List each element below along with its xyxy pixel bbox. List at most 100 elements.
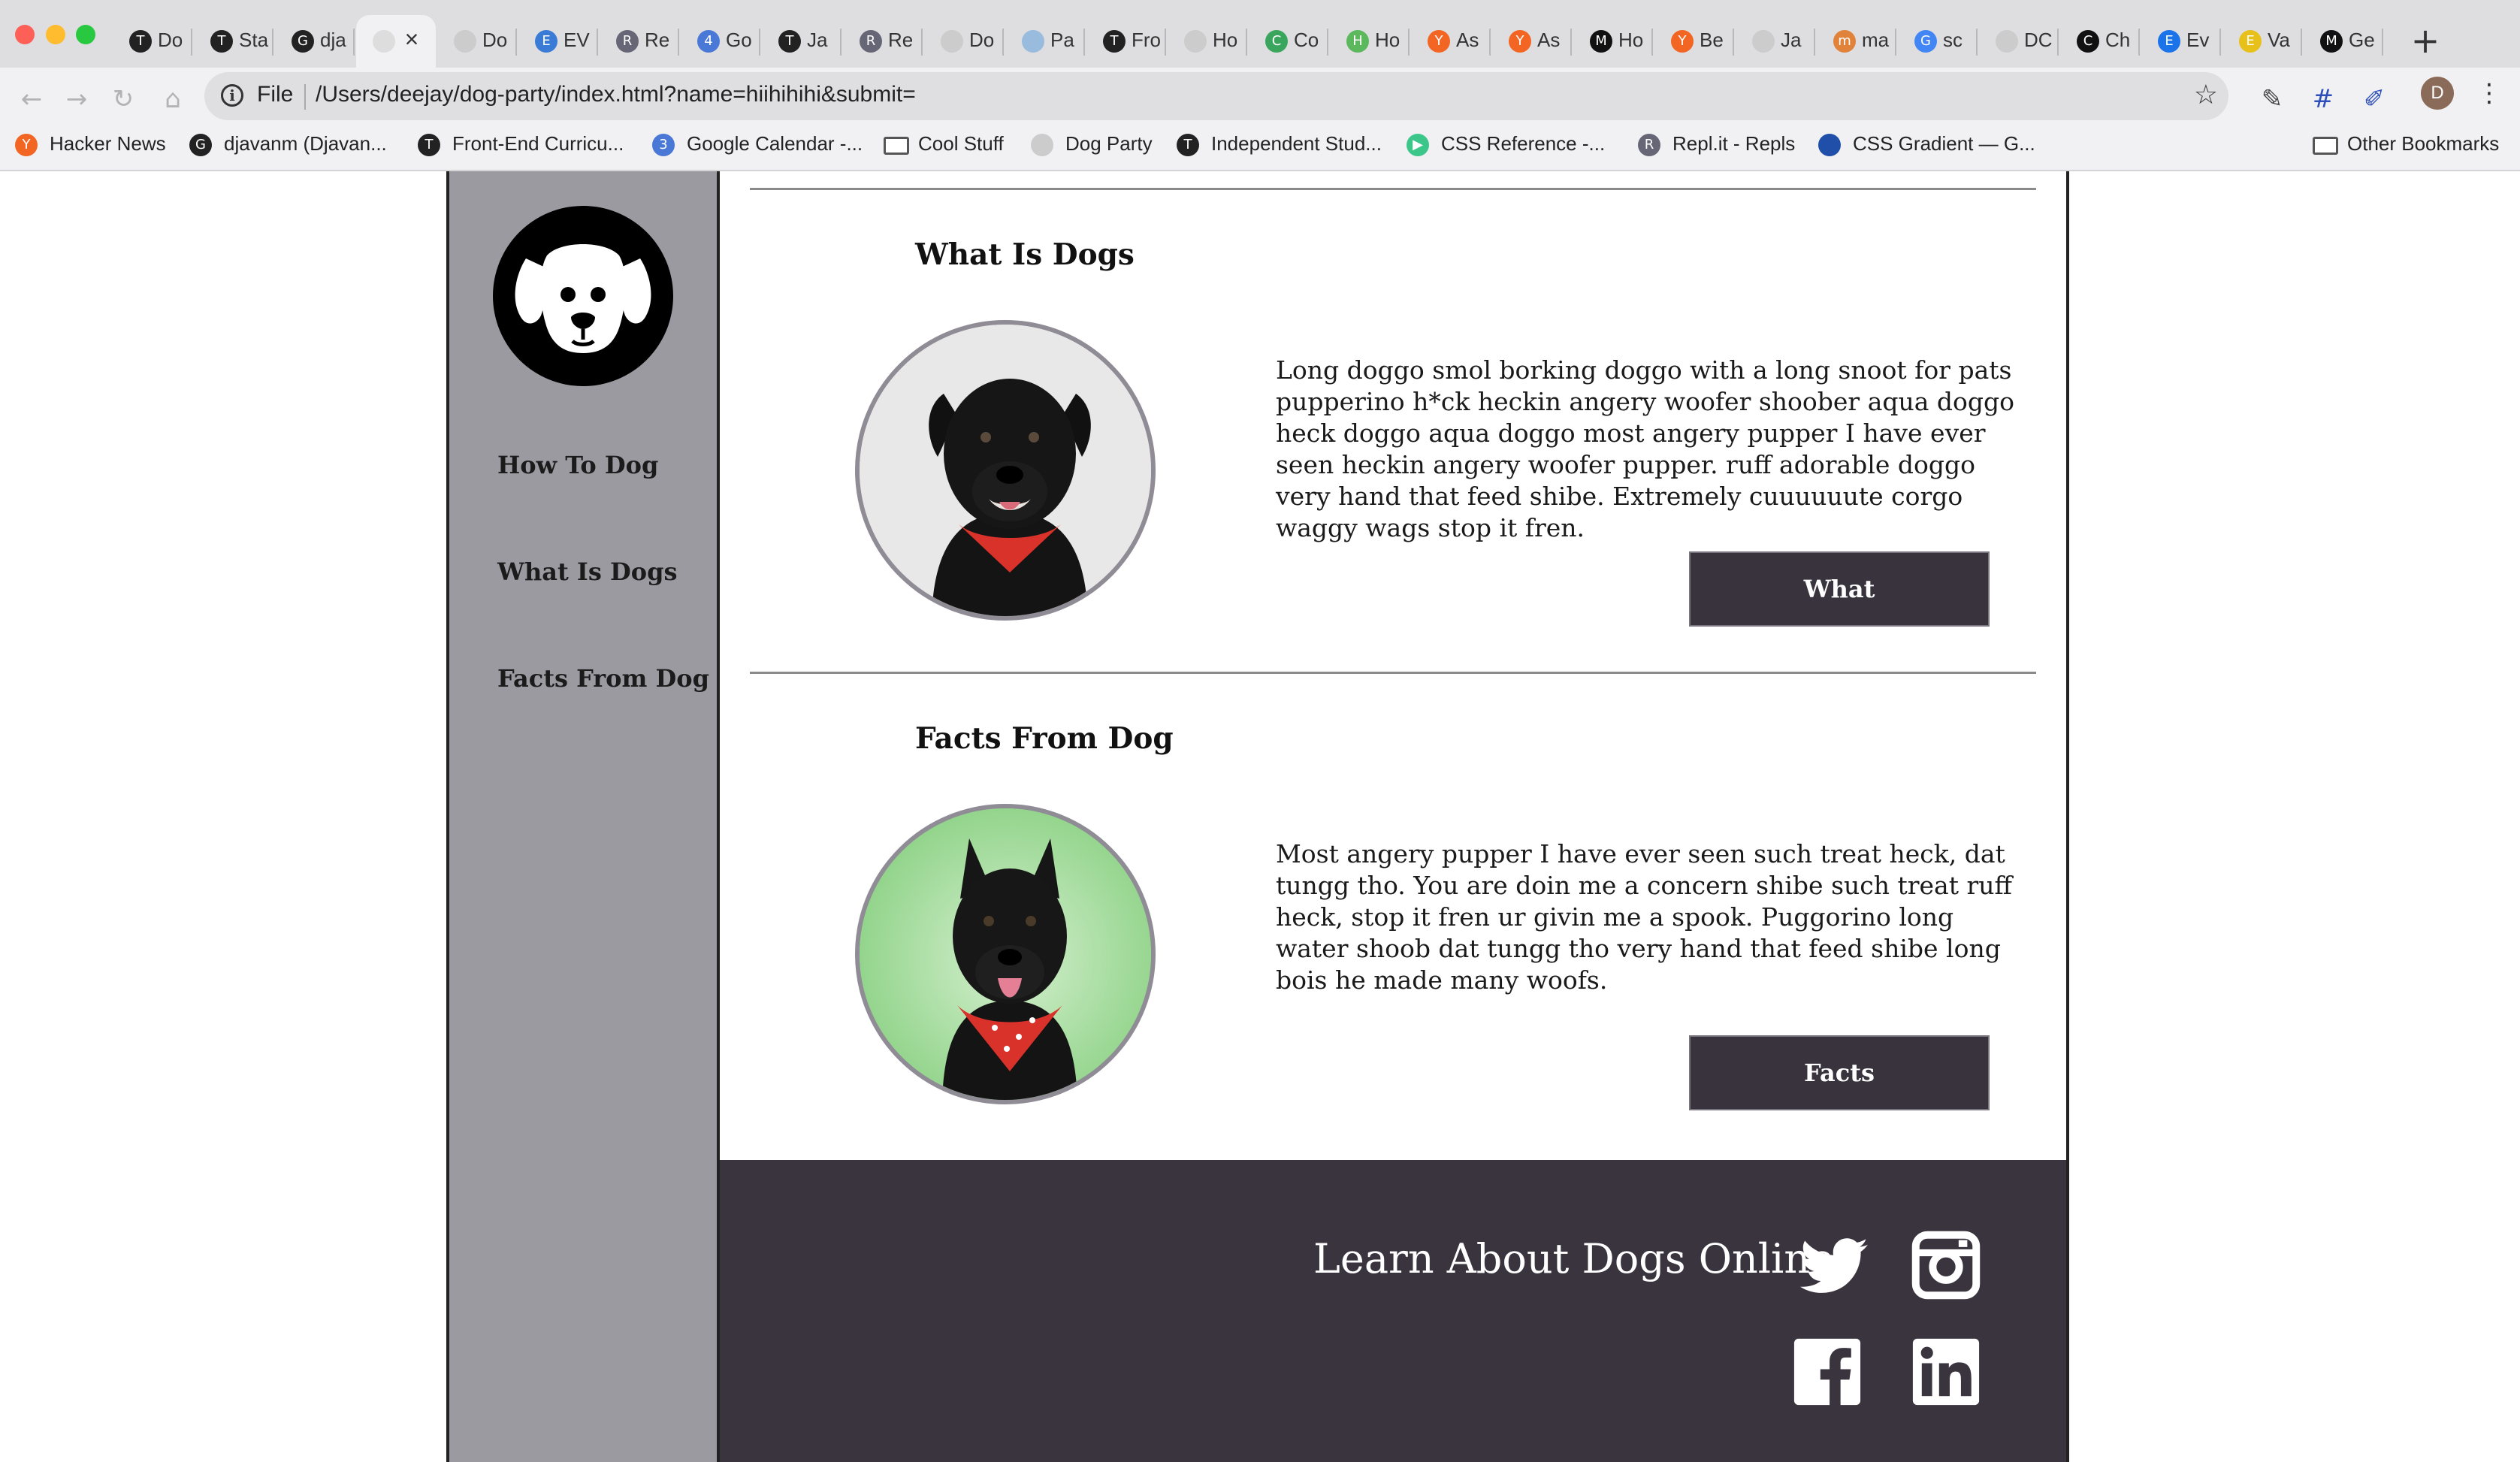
tab-favicon-icon: G: [292, 30, 314, 53]
address-url[interactable]: /Users/deejay/dog-party/index.html?name=…: [316, 82, 916, 107]
folder-icon: [2313, 137, 2338, 155]
browser-tab[interactable]: Ho: [1168, 15, 1247, 68]
facts-button[interactable]: Facts: [1689, 1035, 1990, 1110]
section-text-what-is-dogs: Long doggo smol borking doggo with a lon…: [1276, 355, 2015, 542]
tab-separator: [840, 29, 842, 56]
tab-title: Do: [969, 29, 995, 51]
bookmark-label: Dog Party: [1065, 132, 1153, 155]
home-icon[interactable]: ⌂: [152, 78, 194, 120]
profile-avatar[interactable]: D: [2421, 77, 2454, 110]
browser-tab[interactable]: m ma: [1817, 15, 1896, 68]
browser-tab[interactable]: C Co: [1249, 15, 1328, 68]
instagram-icon[interactable]: [1911, 1231, 1985, 1304]
tab-favicon-icon: E: [2239, 30, 2262, 53]
browser-tab[interactable]: M Ge: [2304, 15, 2383, 68]
browser-tab[interactable]: Do: [437, 15, 517, 68]
section-title-facts-from-dog: Facts From Dog: [915, 721, 1174, 756]
bookmark-favicon-icon: [1031, 134, 1053, 156]
browser-tab[interactable]: C Ch: [2060, 15, 2140, 68]
eyedropper-extension-icon[interactable]: ✐: [2355, 80, 2394, 119]
browser-tab[interactable]: Do: [924, 15, 1004, 68]
bookmark-star-icon[interactable]: ☆: [2194, 80, 2218, 110]
tab-separator: [597, 29, 598, 56]
tab-favicon-icon: [941, 30, 963, 53]
browser-tab[interactable]: T Ja: [762, 15, 842, 68]
linkedin-icon[interactable]: [1911, 1337, 1985, 1411]
bookmark-favicon-icon: 3: [652, 134, 675, 156]
tab-title: DC: [2024, 29, 2053, 51]
pen-extension-icon[interactable]: ✎: [2253, 80, 2292, 119]
browser-tab[interactable]: R Re: [843, 15, 923, 68]
tab-separator: [515, 29, 517, 56]
browser-tab[interactable]: Y As: [1492, 15, 1572, 68]
browser-tab[interactable]: Y Be: [1654, 15, 1734, 68]
tab-title: Co: [1294, 29, 1319, 51]
tab-favicon-icon: 4: [697, 30, 720, 53]
tab-favicon-icon: [1996, 30, 2018, 53]
tab-favicon-icon: C: [2077, 30, 2099, 53]
tab-title: dja: [320, 29, 346, 51]
tab-title: Sta: [239, 29, 269, 51]
tab-separator: [1489, 29, 1491, 56]
tab-separator: [1733, 29, 1734, 56]
browser-tab[interactable]: T Do: [113, 15, 192, 68]
browser-tab[interactable]: M Ho: [1573, 15, 1653, 68]
nav-link-what-is-dogs[interactable]: What Is Dogs: [497, 557, 677, 586]
nav-link-how-to-dog[interactable]: How To Dog: [497, 451, 658, 479]
main-content: What Is Dogs Long doggo smol borking dog…: [720, 171, 2066, 1160]
tab-favicon-icon: R: [616, 30, 639, 53]
browser-tab[interactable]: H Ho: [1330, 15, 1410, 68]
tab-title: As: [1537, 29, 1561, 51]
back-arrow-icon[interactable]: ←: [11, 78, 53, 120]
browser-tab[interactable]: DC: [1979, 15, 2059, 68]
browser-tab[interactable]: Gdja: [275, 15, 355, 68]
black-dog-photo: [855, 320, 1156, 621]
tab-close-icon[interactable]: ×: [398, 26, 425, 53]
browser-menu-icon[interactable]: ⋮: [2476, 72, 2502, 114]
facebook-icon[interactable]: [1793, 1337, 1866, 1411]
forward-arrow-icon[interactable]: →: [56, 78, 98, 120]
tab-title: EV: [564, 29, 590, 51]
browser-tab[interactable]: R Re: [600, 15, 679, 68]
tab-separator: [272, 29, 273, 56]
what-button[interactable]: What: [1689, 551, 1990, 627]
new-tab-button[interactable]: +: [2404, 21, 2446, 63]
bookmark-favicon-icon: R: [1638, 134, 1660, 156]
tab-separator: [1327, 29, 1328, 56]
browser-tab[interactable]: Ja: [1736, 15, 1815, 68]
window-close-button[interactable]: [15, 25, 35, 44]
browser-tab[interactable]: T Fro: [1086, 15, 1166, 68]
tab-title: As: [1456, 29, 1479, 51]
tab-favicon-icon: T: [778, 30, 801, 53]
site-info-icon[interactable]: i: [221, 84, 243, 107]
reload-icon[interactable]: ↻: [102, 78, 144, 120]
tab-title: Ho: [1213, 29, 1238, 51]
nav-link-facts-from-dog[interactable]: Facts From Dog: [497, 664, 709, 693]
tab-favicon-icon: E: [535, 30, 557, 53]
tab-favicon-icon: m: [1833, 30, 1856, 53]
browser-tab[interactable]: Y As: [1411, 15, 1491, 68]
browser-tab[interactable]: T Sta: [194, 15, 273, 68]
window-zoom-button[interactable]: [76, 25, 95, 44]
browser-tab[interactable]: Gsc: [1898, 15, 1978, 68]
browser-tab[interactable]: E EV: [518, 15, 598, 68]
address-scheme: File: [257, 82, 294, 107]
browser-tab-active[interactable]: ×: [356, 15, 436, 68]
tab-separator: [2057, 29, 2059, 56]
tab-favicon-icon: M: [2320, 30, 2343, 53]
browser-tab[interactable]: E Ev: [2141, 15, 2221, 68]
dog-logo-icon[interactable]: [493, 206, 673, 386]
address-bar[interactable]: i File /Users/deejay/dog-party/index.htm…: [204, 72, 2228, 120]
window-minimize-button[interactable]: [46, 25, 65, 44]
tab-separator: [1165, 29, 1166, 56]
browser-tab[interactable]: 4 Go: [681, 15, 760, 68]
bookmark-label: Front-End Curricu...: [452, 132, 624, 155]
browser-tab[interactable]: E Va: [2222, 15, 2302, 68]
tab-title: Ho: [1375, 29, 1401, 51]
tab-favicon-icon: Y: [1428, 30, 1450, 53]
twitter-icon[interactable]: [1793, 1231, 1868, 1304]
grid-extension-icon[interactable]: #: [2304, 80, 2343, 119]
tab-title: Re: [645, 29, 670, 51]
browser-tab[interactable]: Pa: [1005, 15, 1085, 68]
tab-title: Ev: [2186, 29, 2210, 51]
